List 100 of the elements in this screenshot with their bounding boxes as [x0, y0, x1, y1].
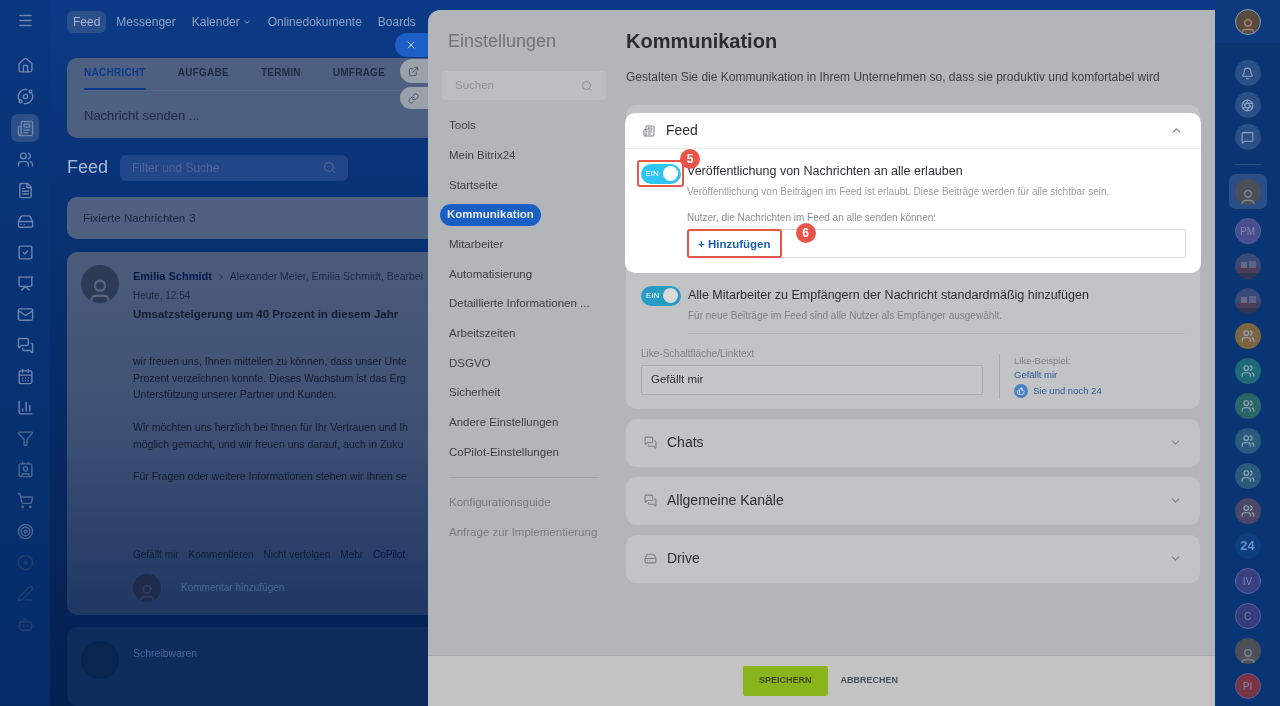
avatar[interactable]	[1234, 8, 1261, 35]
group-chat-avatar[interactable]	[1234, 358, 1261, 384]
chat-avatar[interactable]: PM	[1234, 218, 1261, 244]
settings-nav-item[interactable]: Andere Einstellungen	[442, 414, 559, 432]
menu-icon[interactable]	[16, 12, 34, 29]
avatar[interactable]	[1234, 638, 1261, 664]
group-chat-avatar[interactable]	[1234, 428, 1261, 454]
nav-tab[interactable]: Boards	[371, 10, 422, 33]
toggle-knob	[663, 288, 678, 304]
chat-avatar[interactable]: IV	[1234, 568, 1261, 594]
thumbs-up-icon	[1014, 384, 1028, 399]
chat-icon[interactable]	[16, 337, 34, 354]
document-icon[interactable]	[16, 182, 34, 199]
aperture-icon[interactable]	[1241, 98, 1254, 112]
orbit-icon[interactable]	[16, 88, 34, 105]
bell-icon[interactable]	[1241, 66, 1254, 80]
toggle-switch[interactable]: EIN	[641, 285, 681, 306]
chat-avatar[interactable]: C	[1234, 603, 1261, 629]
like-count: Sie und noch 24	[1033, 384, 1102, 399]
avatar	[81, 265, 119, 304]
chat-avatar[interactable]: 24	[1234, 533, 1261, 559]
toggle-label: EIN	[644, 167, 659, 180]
panel-title: Einstellungen	[448, 30, 558, 53]
section-title: Drive	[667, 549, 701, 568]
chat-icon[interactable]	[1241, 130, 1254, 144]
close-button[interactable]	[395, 33, 431, 57]
calendar-icon[interactable]	[16, 368, 34, 385]
section-card[interactable]: Chats	[626, 418, 1200, 467]
external-link-icon	[408, 65, 419, 77]
like-link[interactable]: Gefällt mir	[1014, 368, 1102, 383]
setting-description: Veröffentlichung von Beiträgen im Feed ist erlaubt. Diese Beiträge werden für alle sichtbar sein.	[687, 184, 1111, 199]
post-text-line: Für Fragen oder weitere Informationen stehen wir Ihnen se	[133, 469, 408, 485]
search-icon	[581, 79, 593, 92]
group-chat-avatar[interactable]	[1234, 463, 1261, 489]
cart-icon[interactable]	[16, 492, 34, 509]
nav-tab[interactable]: Feed	[67, 10, 107, 33]
save-button[interactable]: SPEICHERN	[743, 666, 828, 696]
add-button[interactable]: + Hinzufügen	[690, 232, 779, 256]
section-card[interactable]: Allgemeine Kanäle	[626, 476, 1200, 525]
settings-nav-item[interactable]: Kommunikation	[440, 204, 541, 226]
close-icon	[405, 39, 417, 51]
pinned-label: Fixierte Nachrichten	[83, 210, 186, 226]
group-chat-avatar[interactable]	[1234, 498, 1261, 524]
post-text-line: möglich gemacht, und wir freuen uns darauf, auch in Zuku	[133, 436, 405, 452]
section-card[interactable]: Drive	[626, 534, 1200, 583]
nav-tab[interactable]: Onlinedokumente	[261, 10, 368, 33]
settings-nav-item[interactable]: CoPilot-Einstellungen	[442, 443, 559, 462]
settings-link[interactable]: Anfrage zur Implementierung	[442, 523, 598, 541]
cancel-button[interactable]: ABBRECHEN	[840, 674, 899, 688]
checkbox-icon[interactable]	[16, 244, 34, 261]
post-text-line: Prozent verzeichnen konnte. Dieses Wachstum ist das Erg	[133, 370, 407, 386]
author-link[interactable]: Emilia Schmidt	[133, 268, 212, 285]
section-title: Chats	[667, 433, 705, 452]
settings-nav-item[interactable]: Tools	[442, 117, 476, 135]
like-text-field[interactable]: Gefällt mir	[641, 364, 983, 395]
composer-tab[interactable]: TERMIN	[260, 64, 301, 90]
toggle-knob	[662, 166, 678, 181]
newspaper-icon[interactable]	[16, 119, 34, 137]
page-title: Kommunikation	[626, 29, 779, 54]
group-chat-avatar[interactable]	[1234, 393, 1261, 419]
example-label: Like-Beispiel:	[1014, 353, 1072, 368]
chat-avatar[interactable]: PI	[1234, 673, 1261, 699]
bar-chart-icon[interactable]	[16, 399, 34, 416]
composer-tab[interactable]: AUFGABE	[177, 64, 229, 90]
settings-nav-item[interactable]: DSGVO	[442, 354, 491, 372]
settings-nav-item[interactable]: Mitarbeiter	[442, 235, 504, 254]
composer-tab[interactable]: UMFRAGE	[332, 64, 386, 90]
newspaper-icon	[643, 124, 655, 137]
field-label: Nutzer, die Nachrichten im Feed an alle senden können:	[687, 210, 937, 225]
settings-nav-item[interactable]: Sicherheit	[442, 384, 501, 402]
avatar	[133, 573, 161, 602]
settings-nav-item[interactable]: Startseite	[442, 176, 498, 194]
nav-tab[interactable]: Kalender	[185, 10, 258, 33]
page-subtitle: Gestalten Sie die Kommunikation in Ihrem Unternehmen so, dass sie produktiv und komfortabel wird	[626, 69, 1161, 86]
target-icon[interactable]	[16, 523, 34, 540]
presentation-icon[interactable]	[16, 275, 34, 292]
filter-icon[interactable]	[16, 430, 34, 447]
post-title: Umsatzsteigerung um 40 Prozent in diesem Jahr	[133, 306, 400, 322]
toggle-switch[interactable]: EIN	[640, 163, 681, 184]
group-chat-avatar[interactable]	[1234, 323, 1261, 349]
drive-icon[interactable]	[16, 213, 34, 230]
home-icon[interactable]	[16, 57, 34, 74]
settings-nav-item[interactable]: Automatisierung	[442, 265, 533, 283]
author-link[interactable]: Schreibwaren	[133, 646, 198, 706]
mail-icon[interactable]	[16, 306, 34, 323]
step-badge: 6	[795, 222, 816, 243]
users-icon[interactable]	[16, 151, 34, 168]
contact-card-icon[interactable]	[16, 461, 34, 478]
setting-title: Alle Mitarbeiter zu Empfängern der Nachricht standardmäßig hinzufügen	[688, 286, 1090, 304]
field-label: Like-Schaltfläche/Linktext	[641, 346, 756, 361]
step-badge: 5	[680, 149, 700, 169]
settings-nav-item[interactable]: Detaillierte Informationen ...	[442, 295, 590, 313]
settings-link[interactable]: Konfigurationsguide	[442, 493, 551, 511]
settings-nav-item[interactable]: Mein Bitrix24	[442, 146, 516, 165]
drive-icon	[644, 552, 657, 565]
settings-nav-item[interactable]: Arbeitszeiten	[442, 325, 516, 343]
chat-icon	[644, 494, 657, 507]
avatar[interactable]	[1234, 178, 1261, 205]
message-input[interactable]: Nachricht senden ...	[84, 105, 200, 125]
nav-tab[interactable]: Messenger	[110, 10, 182, 33]
